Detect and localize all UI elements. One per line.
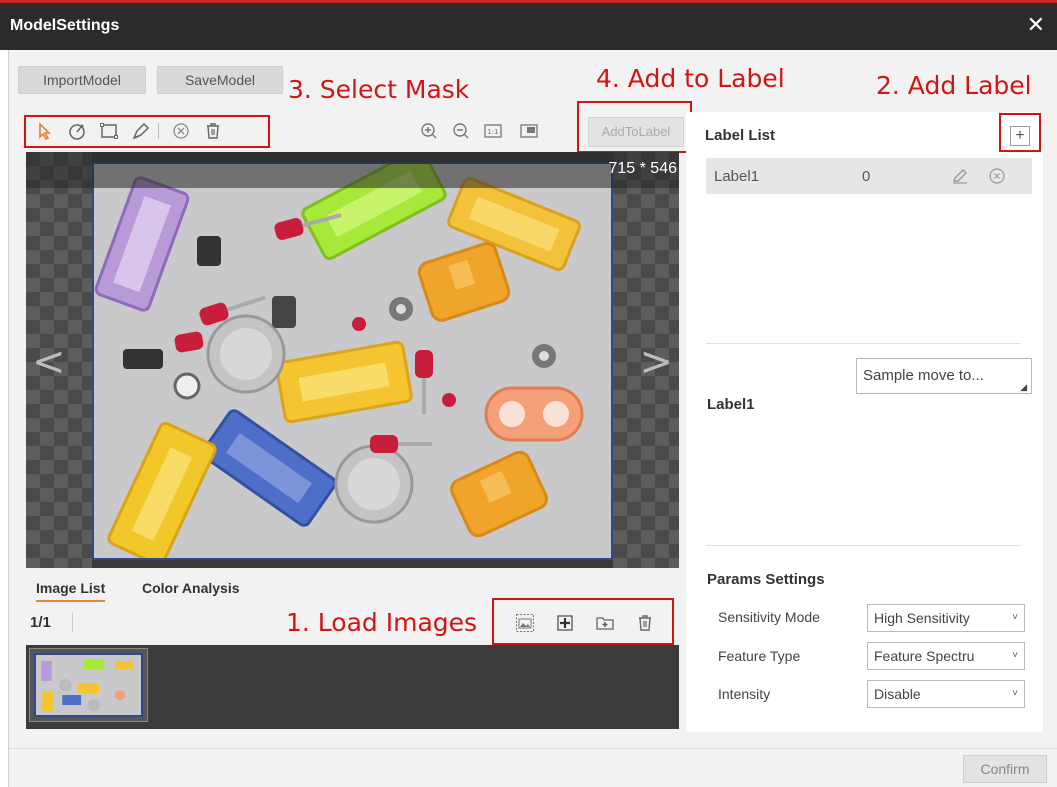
window-title: ModelSettings	[10, 17, 120, 34]
intensity-value: Disable	[874, 686, 921, 702]
annotation-load-images: 1. Load Images	[286, 608, 478, 637]
thumbnail-strip	[26, 645, 679, 729]
annotation-add-label: 2. Add Label	[876, 71, 1032, 100]
label-name: Label1	[714, 168, 760, 185]
annotation-select-mask: 3. Select Mask	[288, 75, 470, 104]
annotation-box-mask-tools	[24, 115, 270, 148]
image-viewer[interactable]: 715 * 546 < >	[26, 152, 679, 568]
edit-icon[interactable]	[950, 166, 970, 186]
sample-move-value: Sample move to...	[863, 367, 984, 384]
feature-type-select[interactable]: Feature Spectru ˅	[867, 642, 1025, 670]
sample-image	[92, 162, 613, 560]
title-bar: ModelSettings ✕	[0, 0, 1057, 50]
zoom-out-icon[interactable]	[450, 120, 472, 142]
close-icon[interactable]: ✕	[1027, 13, 1045, 37]
sensitivity-mode-value: High Sensitivity	[874, 610, 970, 626]
svg-text:1:1: 1:1	[487, 128, 498, 136]
param-label-feature-type: Feature Type	[718, 648, 801, 664]
annotation-box-load-images	[492, 598, 674, 645]
actual-size-icon[interactable]: 1:1	[482, 120, 504, 142]
import-model-button[interactable]: ImportModel	[18, 66, 146, 94]
footer-divider	[9, 748, 1057, 749]
annotation-add-to-label: 4. Add to Label	[596, 64, 785, 93]
intensity-select[interactable]: Disable ˅	[867, 680, 1025, 708]
chevron-down-icon: ˅	[1012, 612, 1018, 623]
chevron-down-icon: ˅	[1012, 688, 1018, 699]
zoom-in-icon[interactable]	[418, 120, 440, 142]
params-title: Params Settings	[707, 571, 825, 588]
remove-label-icon[interactable]	[988, 167, 1006, 185]
param-label-sensitivity: Sensitivity Mode	[718, 609, 820, 625]
sample-move-select[interactable]: Sample move to... ◢	[856, 358, 1032, 394]
viewer-info-band	[26, 152, 679, 188]
annotation-box-add-label	[999, 113, 1041, 152]
fit-window-icon[interactable]	[518, 120, 540, 142]
label-row[interactable]: Label1 0	[706, 158, 1032, 194]
label-count: 0	[862, 168, 871, 185]
params-divider	[706, 545, 1021, 546]
next-image-arrow[interactable]: >	[639, 342, 673, 382]
param-label-intensity: Intensity	[718, 686, 771, 702]
feature-type-value: Feature Spectru	[874, 648, 975, 664]
image-dimensions: 715 * 546	[608, 160, 677, 177]
panel-divider	[706, 343, 1021, 344]
chevron-down-icon: ˅	[1010, 643, 1018, 669]
thumbnail-image	[34, 653, 143, 717]
confirm-button[interactable]: Confirm	[963, 755, 1047, 783]
prev-image-arrow[interactable]: <	[32, 342, 66, 382]
save-model-button[interactable]: SaveModel	[157, 66, 283, 94]
right-panel	[686, 112, 1043, 732]
resize-grip-icon: ◢	[1020, 382, 1027, 392]
image-counter: 1/1	[30, 614, 51, 631]
counter-divider	[72, 612, 73, 632]
annotation-box-add-to-label	[577, 101, 692, 153]
thumbnail-item[interactable]	[29, 648, 148, 722]
sensitivity-mode-select[interactable]: High Sensitivity ˅	[867, 604, 1025, 632]
selected-label-title: Label1	[707, 396, 755, 413]
tab-color-analysis[interactable]: Color Analysis	[142, 580, 240, 596]
tab-image-list[interactable]: Image List	[36, 580, 106, 602]
label-list-title: Label List	[705, 127, 776, 144]
